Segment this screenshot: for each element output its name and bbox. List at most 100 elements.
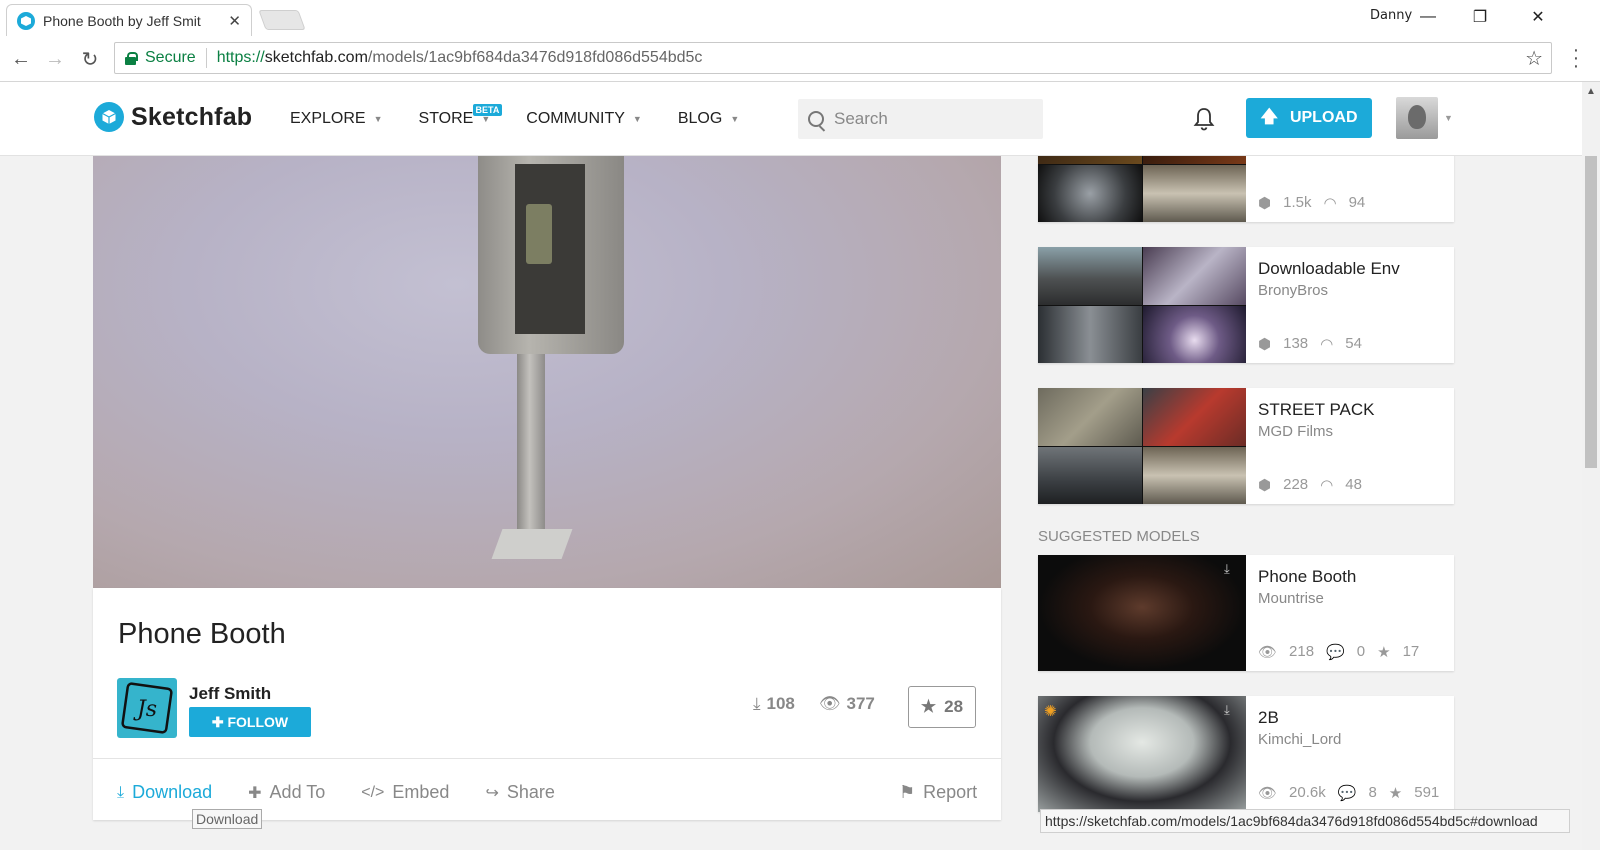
models-icon: ⬢ <box>1258 336 1272 353</box>
tab-title: Phone Booth by Jeff Smit <box>43 12 201 29</box>
collection-author[interactable]: BronyBros <box>1258 282 1328 299</box>
phone-keypad <box>526 204 552 264</box>
phone-booth-head <box>478 154 624 354</box>
like-count: 28 <box>944 697 964 716</box>
download-count: ⤓ 108 <box>753 694 795 714</box>
embed-action[interactable]: </> Embed <box>361 782 449 803</box>
followers-icon: ◠ <box>1320 336 1334 353</box>
download-action[interactable]: ⤓ Download <box>117 782 212 803</box>
restore-icon[interactable]: ❐ <box>1462 4 1498 30</box>
report-action[interactable]: ⚑ Report <box>899 782 977 803</box>
plus-icon: ✚ <box>248 784 262 802</box>
suggested-model-stats: 👁 218 💬 0 ★ 17 <box>1258 643 1431 661</box>
omnibox-separator <box>205 48 207 68</box>
model-actions: ⤓ Download ✚ Add To </> Embed ↪ Share <box>117 782 591 803</box>
followers-icon: ◠ <box>1323 195 1337 212</box>
card-divider <box>93 758 1001 759</box>
upload-label: UPLOAD <box>1289 109 1358 126</box>
main-nav: Explore ▼ Store BETA ▼ Community ▼ Blog ▼ <box>290 104 775 128</box>
url-path: /models/1ac9bf684da3476d918fd086d554bd5c <box>367 49 703 66</box>
downloadable-icon: ⤓ <box>1224 561 1230 576</box>
model-viewer[interactable] <box>93 154 1001 588</box>
search-icon <box>808 111 824 127</box>
site-header: Sketchfab Explore ▼ Store BETA ▼ Community ▼… <box>0 82 1582 156</box>
beta-badge: BETA <box>472 104 503 116</box>
star-icon: ★ <box>1377 644 1391 661</box>
nav-blog[interactable]: Blog ▼ <box>678 110 739 128</box>
view-count: 👁 377 <box>819 694 875 714</box>
author-avatar[interactable]: Js <box>117 678 177 738</box>
suggested-likes: 17 <box>1402 643 1420 660</box>
collection-stats: ⬢ 138 ◠ 54 <box>1258 335 1374 353</box>
nav-explore-label: Explore <box>290 110 366 127</box>
new-tab-button[interactable] <box>258 10 306 30</box>
eye-icon: 👁 <box>818 694 841 713</box>
browser-menu-icon[interactable]: · · · <box>1568 40 1584 76</box>
close-window-icon[interactable]: ✕ <box>1520 4 1556 30</box>
suggested-model-card[interactable]: ✺ ⤓ 2B Kimchi_Lord 👁 20.6k 💬 8 ★ 591 <box>1038 696 1454 812</box>
nav-explore[interactable]: Explore ▼ <box>290 110 383 128</box>
secure-label: Secure <box>145 49 196 66</box>
suggested-comments: 0 <box>1356 643 1366 660</box>
collection-thumbnails <box>1038 247 1246 363</box>
sketchfab-favicon-icon <box>17 11 35 30</box>
download-tooltip: Download <box>192 809 263 829</box>
suggested-model-thumbnail <box>1038 696 1246 812</box>
suggested-model-author[interactable]: Mountrise <box>1258 590 1324 607</box>
page-scrollbar[interactable]: ▲ <box>1582 82 1600 850</box>
star-icon: ★ <box>1388 785 1403 802</box>
follow-label: FOLLOW <box>227 714 289 730</box>
download-tray-icon: ⤓ <box>117 783 125 801</box>
sketchfab-logo[interactable]: Sketchfab <box>94 102 252 132</box>
tab-close-icon[interactable]: ✕ <box>228 12 241 30</box>
notification-bell-icon[interactable] <box>1192 106 1216 132</box>
forward-icon[interactable]: → <box>42 46 68 72</box>
share-action[interactable]: ↪ Share <box>485 782 554 803</box>
collection-card[interactable]: Downloadable Env BronyBros ⬢ 138 ◠ 54 <box>1038 247 1454 363</box>
minimize-icon[interactable]: — <box>1410 4 1446 30</box>
staff-pick-icon: ✺ <box>1044 703 1057 720</box>
url-host: sketchfab.com <box>264 49 368 66</box>
caret-down-icon: ▼ <box>632 114 642 124</box>
scrollbar-thumb[interactable] <box>1585 156 1597 468</box>
back-icon[interactable]: ← <box>8 46 34 72</box>
address-bar[interactable]: Secure https:// sketchfab.com /models/1a… <box>114 42 1552 74</box>
suggested-model-title: 2B <box>1258 708 1279 727</box>
view-count-value: 377 <box>846 694 875 713</box>
models-icon: ⬢ <box>1258 477 1272 494</box>
collection-title: STREET PACK <box>1258 400 1375 419</box>
collection-thumbnails <box>1038 388 1246 504</box>
nav-store[interactable]: Store BETA ▼ <box>419 104 503 128</box>
nav-community[interactable]: Community ▼ <box>526 110 642 128</box>
user-avatar[interactable] <box>1396 97 1438 139</box>
author-name[interactable]: Jeff Smith <box>189 684 271 704</box>
suggested-comments: 8 <box>1368 784 1377 801</box>
eye-icon: 👁 <box>1258 644 1278 661</box>
collection-follower-count: 94 <box>1348 194 1366 211</box>
upload-arrow-icon: 🡅 <box>1260 106 1278 126</box>
comment-icon: 💬 <box>1326 644 1345 661</box>
window-user-name[interactable]: Danny <box>1370 8 1412 23</box>
author-logo-icon: Js <box>121 682 173 734</box>
collection-title: Downloadable Env <box>1258 259 1400 278</box>
comment-icon: 💬 <box>1337 785 1357 802</box>
add-to-action[interactable]: ✚ Add To <box>248 782 325 803</box>
collection-author[interactable]: MGD Films <box>1258 423 1333 440</box>
suggested-model-stats: 👁 20.6k 💬 8 ★ 591 <box>1258 784 1451 802</box>
bookmark-star-icon[interactable]: ☆ <box>1525 46 1543 71</box>
share-arrow-icon: ↪ <box>485 784 499 802</box>
scroll-up-icon[interactable]: ▲ <box>1586 86 1596 97</box>
browser-tab[interactable]: Phone Booth by Jeff Smit ✕ <box>6 4 252 36</box>
suggested-model-card[interactable]: ⤓ Phone Booth Mountrise 👁 218 💬 0 ★ 17 <box>1038 555 1454 671</box>
upload-button[interactable]: 🡅 UPLOAD <box>1246 98 1372 138</box>
caret-down-icon: ▼ <box>730 114 740 124</box>
suggested-model-author[interactable]: Kimchi_Lord <box>1258 731 1341 748</box>
reload-icon[interactable]: ↻ <box>77 46 103 72</box>
caret-down-icon[interactable]: ▼ <box>1444 113 1453 123</box>
follow-button[interactable]: ✚ FOLLOW <box>189 707 311 737</box>
like-button[interactable]: ★ 28 <box>908 686 976 728</box>
svg-text:Js: Js <box>133 697 157 722</box>
report-label: Report <box>923 782 978 802</box>
collection-card[interactable]: STREET PACK MGD Films ⬢ 228 ◠ 48 <box>1038 388 1454 504</box>
search-input[interactable] <box>834 109 1034 129</box>
